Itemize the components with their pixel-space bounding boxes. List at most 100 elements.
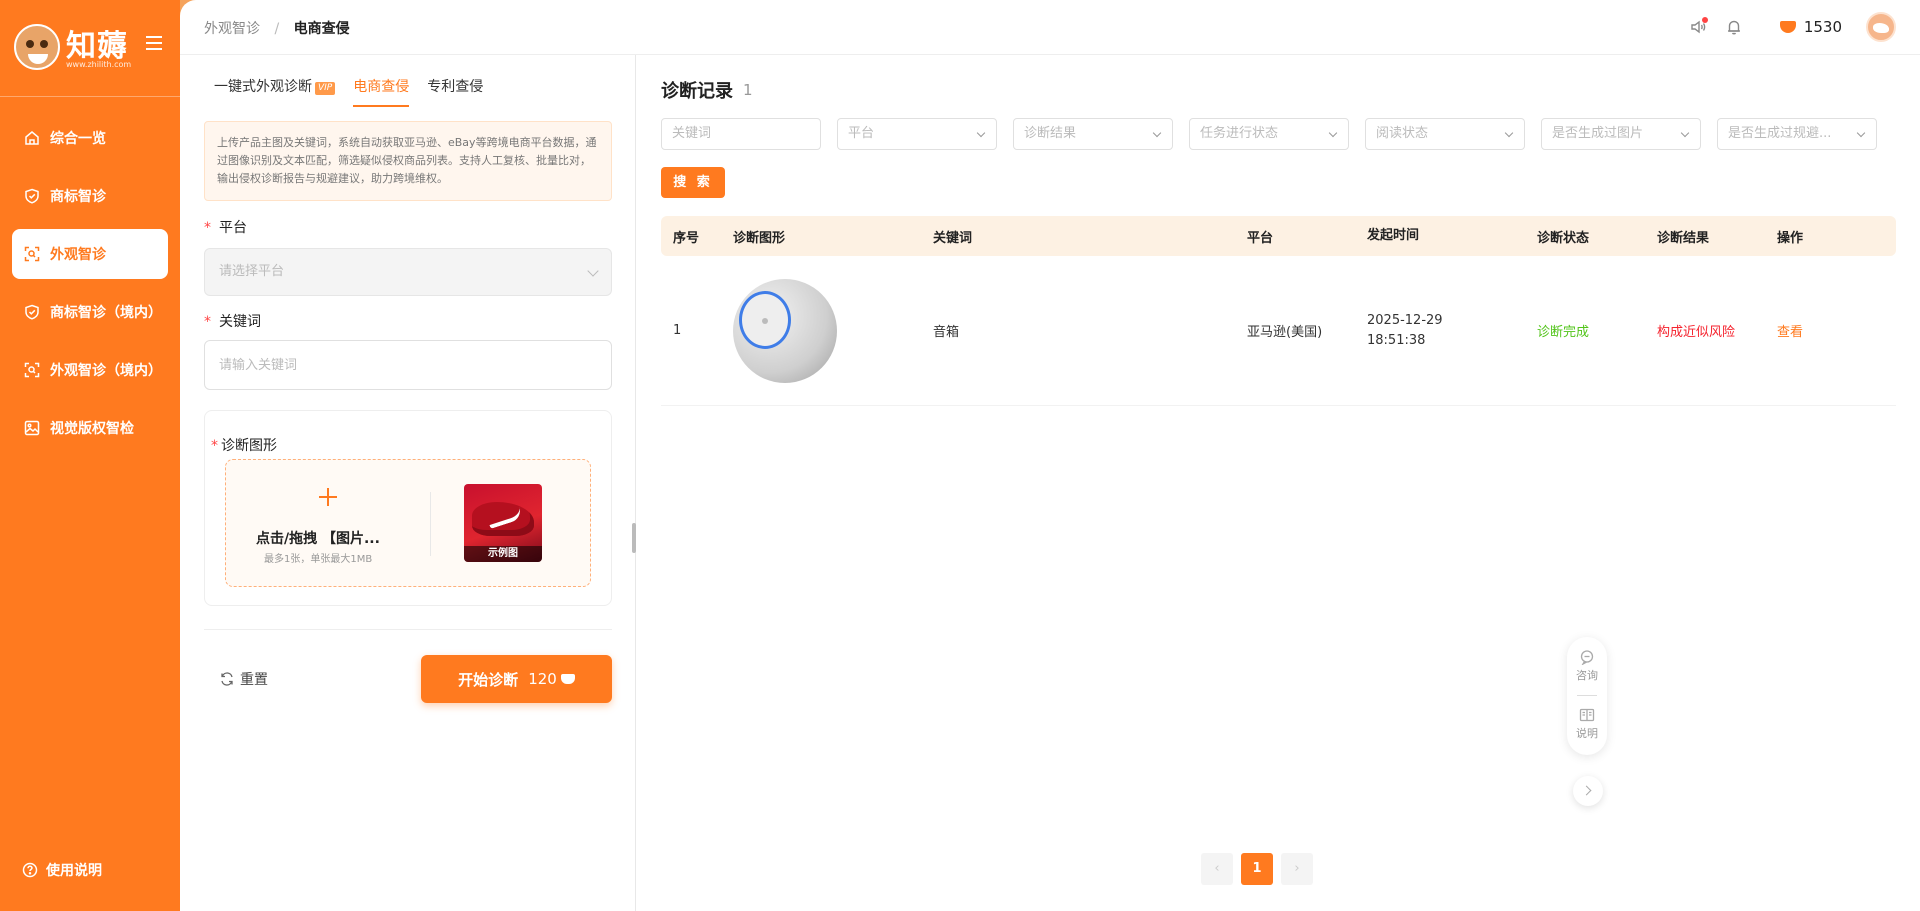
logo-text: 知薅 xyxy=(66,29,128,64)
label-text: 平台 xyxy=(219,220,247,236)
consult-button[interactable]: 咨询 xyxy=(1567,649,1607,683)
column-header: 发起时间 xyxy=(1367,228,1420,243)
speaker-thumbnail[interactable] xyxy=(733,278,837,383)
column-header: 诊断结果 xyxy=(1657,230,1710,246)
avoidance-generated-filter-select[interactable]: 是否生成过规避... xyxy=(1717,118,1877,150)
column-header: 关键词 xyxy=(933,230,973,246)
question-icon xyxy=(22,862,38,878)
column-header: 序号 xyxy=(673,230,700,246)
page-button[interactable]: 1 xyxy=(1241,853,1273,885)
keyword-filter-input[interactable]: 关键词 xyxy=(661,118,821,150)
breadcrumb-item[interactable]: 外观智诊 xyxy=(204,21,260,37)
chevron-down-icon xyxy=(587,265,599,277)
coin-count: 1530 xyxy=(1803,18,1842,36)
main-panel: 外观智诊 / 电商查侵 1530 一键式外观诊断 VIP 电商查侵 专利查侵 上… xyxy=(180,0,1920,911)
upload-dropzone[interactable]: 点击/拖拽 【图片... 最多1张，单张最大1MB 示例图 xyxy=(225,459,591,587)
shield-icon xyxy=(24,188,40,204)
tab-ecommerce-infringement[interactable]: 电商查侵 xyxy=(353,75,410,107)
search-button[interactable]: 搜 索 xyxy=(661,167,725,198)
sidebar-item-design-domestic[interactable]: 外观智诊（境内） xyxy=(12,345,168,395)
sidebar-item-trademark-domestic[interactable]: 商标智诊（境内） xyxy=(12,287,168,337)
platform-filter-select[interactable]: 平台 xyxy=(837,118,997,150)
row-date: 2025-12-29 xyxy=(1367,312,1443,328)
upload-divider xyxy=(430,492,431,556)
platform-select[interactable]: 请选择平台 xyxy=(204,248,612,296)
read-status-filter-select[interactable]: 阅读状态 xyxy=(1365,118,1525,150)
collapse-toolbar-button[interactable] xyxy=(1573,776,1603,806)
row-datetime: 2025-12-29 18:51:38 xyxy=(1355,311,1525,351)
tab-label: 专利查侵 xyxy=(427,79,484,95)
coin-balance[interactable]: 1530 xyxy=(1779,18,1842,36)
filter-placeholder: 是否生成过规避... xyxy=(1728,126,1832,141)
form-tabs: 一键式外观诊断 VIP 电商查侵 专利查侵 xyxy=(214,75,501,107)
top-bar: 外观智诊 / 电商查侵 1530 xyxy=(180,0,1920,55)
tab-patent-infringement[interactable]: 专利查侵 xyxy=(427,75,483,107)
records-title: 诊断记录 xyxy=(661,81,733,102)
example-image[interactable]: 示例图 xyxy=(464,484,542,562)
avatar[interactable] xyxy=(1866,12,1896,42)
sidebar-item-label: 商标智诊 xyxy=(50,189,106,205)
sidebar-item-label: 外观智诊 xyxy=(50,247,106,263)
tab-one-click-diagnosis[interactable]: 一键式外观诊断 VIP xyxy=(214,75,336,107)
row-result: 构成近似风险 xyxy=(1657,325,1736,340)
book-icon xyxy=(1579,708,1595,722)
float-divider xyxy=(1577,695,1597,696)
task-status-filter-select[interactable]: 任务进行状态 xyxy=(1189,118,1349,150)
row-graphic-cell xyxy=(721,278,921,383)
guide-button[interactable]: 说明 xyxy=(1567,707,1607,741)
top-right-actions: 1530 xyxy=(1672,12,1896,42)
diagnosis-form-panel: 一键式外观诊断 VIP 电商查侵 专利查侵 上传产品主图及关键词，系统自动获取亚马… xyxy=(180,55,636,911)
sidebar-item-label: 综合一览 xyxy=(50,131,106,147)
row-time: 18:51:38 xyxy=(1367,332,1426,348)
required-mark: * xyxy=(211,438,218,454)
filter-placeholder: 关键词 xyxy=(672,126,712,141)
speaker-icon[interactable] xyxy=(1688,17,1708,37)
sidebar-nav: 综合一览 商标智诊 外观智诊 商标智诊（境内） 外观智诊（境内） 视觉版权智检 xyxy=(12,113,168,461)
keyword-input[interactable] xyxy=(204,340,612,390)
start-cost: 120 xyxy=(528,670,557,688)
chevron-down-icon xyxy=(1504,128,1514,138)
sidebar-item-label: 视觉版权智检 xyxy=(50,421,134,437)
view-link[interactable]: 查看 xyxy=(1765,321,1896,340)
records-panel: 诊断记录 1 关键词 平台 诊断结果 任务进行状态 阅读状态 是否生成过图片 是… xyxy=(637,55,1920,911)
help-label: 使用说明 xyxy=(46,863,102,879)
next-page-button[interactable]: › xyxy=(1281,853,1313,885)
sidebar-item-design[interactable]: 外观智诊 xyxy=(12,229,168,279)
start-diagnosis-button[interactable]: 开始诊断 120 xyxy=(421,655,612,703)
result-filter-select[interactable]: 诊断结果 xyxy=(1013,118,1173,150)
example-label: 示例图 xyxy=(464,546,542,562)
row-status: 诊断完成 xyxy=(1537,325,1590,340)
bell-icon[interactable] xyxy=(1724,17,1744,37)
guide-label: 说明 xyxy=(1576,727,1598,740)
reset-button[interactable]: 重置 xyxy=(220,669,268,689)
sidebar-item-help[interactable]: 使用说明 xyxy=(22,860,102,880)
panel-resize-handle[interactable] xyxy=(632,523,636,553)
chevron-down-icon xyxy=(976,128,986,138)
filter-placeholder: 任务进行状态 xyxy=(1200,126,1279,141)
menu-toggle-icon[interactable] xyxy=(146,36,162,50)
image-icon xyxy=(24,420,40,436)
filter-placeholder: 诊断结果 xyxy=(1024,126,1077,141)
breadcrumb-current: 电商查侵 xyxy=(293,21,350,37)
breadcrumb: 外观智诊 / 电商查侵 xyxy=(204,18,350,38)
row-index: 1 xyxy=(673,323,682,338)
column-header: 诊断状态 xyxy=(1537,230,1590,246)
graphic-label: * 诊断图形 xyxy=(211,435,277,455)
logo-url: www.zhilith.com xyxy=(66,60,132,69)
sidebar-item-label: 外观智诊（境内） xyxy=(50,363,162,379)
speaker-ring xyxy=(739,290,791,349)
mascot-logo-icon xyxy=(14,24,60,70)
chevron-down-icon xyxy=(1328,128,1338,138)
start-label: 开始诊断 xyxy=(458,670,519,689)
sidebar-item-overview[interactable]: 综合一览 xyxy=(12,113,168,163)
tab-label: 一键式外观诊断 xyxy=(214,79,312,95)
sidebar-item-copyright[interactable]: 视觉版权智检 xyxy=(12,403,168,453)
coin-icon xyxy=(1779,21,1796,33)
platform-placeholder: 请选择平台 xyxy=(219,264,285,279)
required-mark: * xyxy=(204,220,211,236)
prev-page-button[interactable]: ‹ xyxy=(1201,853,1233,885)
image-generated-filter-select[interactable]: 是否生成过图片 xyxy=(1541,118,1701,150)
table-header: 序号 诊断图形 关键词 平台 发起时间 诊断状态 诊断结果 操作 xyxy=(661,216,1896,256)
sidebar-item-trademark[interactable]: 商标智诊 xyxy=(12,171,168,221)
label-text: 关键词 xyxy=(219,314,261,330)
